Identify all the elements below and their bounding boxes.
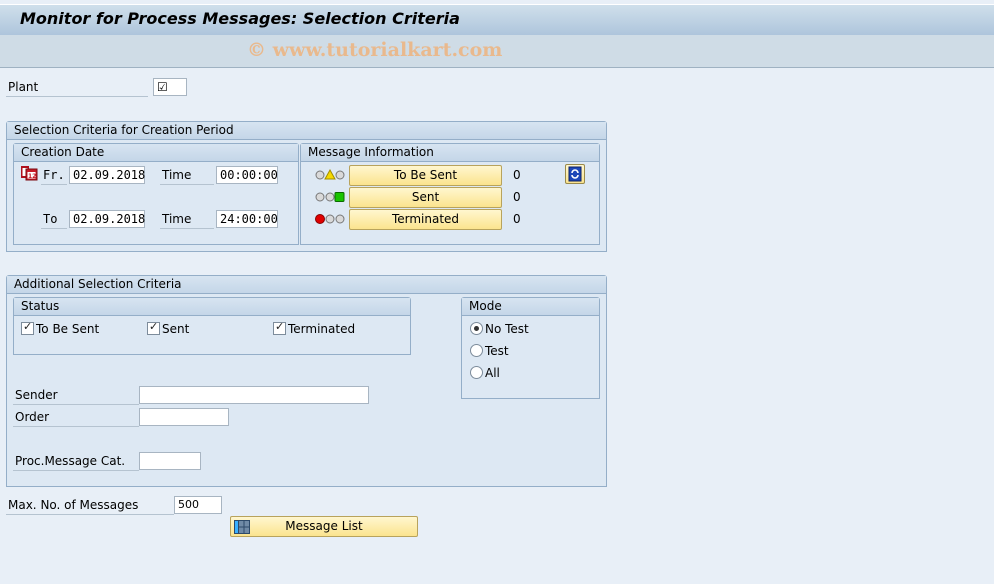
mode-all-label: All — [485, 366, 500, 380]
plant-label: Plant — [6, 78, 148, 97]
traffic-light-green-icon — [315, 192, 345, 202]
watermark: © www.tutorialkart.com — [247, 39, 503, 61]
order-label: Order — [13, 408, 139, 427]
sent-button[interactable]: Sent — [349, 187, 502, 208]
svg-text:12: 12 — [28, 173, 36, 180]
mode-test-radio[interactable]: Test — [470, 344, 509, 358]
checkbox-checked-icon — [21, 320, 34, 335]
to-label: To — [41, 210, 67, 229]
proc-message-cat-label: Proc.Message Cat. — [13, 452, 139, 471]
traffic-light-yellow-icon — [315, 169, 345, 180]
mode-no-test-label: No Test — [485, 322, 529, 336]
status-terminated-checkbox[interactable]: Terminated — [273, 320, 356, 336]
from-date-input[interactable]: 02.09.2018 — [69, 166, 145, 184]
checkbox-checked-icon — [147, 320, 160, 335]
to-time-input[interactable]: 24:00:00 — [216, 210, 278, 228]
mode-no-test-radio[interactable]: No Test — [470, 322, 529, 336]
creation-date-group: Creation Date — [13, 143, 299, 245]
message-info-title: Message Information — [301, 144, 599, 162]
status-sent-checkbox[interactable]: Sent — [147, 320, 190, 336]
radio-unselected-icon — [470, 344, 483, 357]
proc-message-cat-input[interactable] — [139, 452, 201, 470]
application-toolbar: © www.tutorialkart.com — [0, 35, 994, 68]
plant-checkbox-field[interactable]: ☑ — [153, 78, 187, 96]
terminated-count: 0 — [513, 212, 521, 226]
radio-unselected-icon — [470, 366, 483, 379]
checkbox-checked-icon — [273, 320, 286, 335]
max-messages-input[interactable]: 500 — [174, 496, 222, 514]
creation-date-title: Creation Date — [14, 144, 298, 162]
traffic-light-red-icon — [315, 214, 345, 224]
status-to-be-sent-label: To Be Sent — [36, 322, 100, 336]
message-list-label: Message List — [285, 519, 363, 533]
creation-period-title: Selection Criteria for Creation Period — [7, 122, 606, 140]
sender-label: Sender — [13, 386, 139, 405]
message-list-button[interactable]: Message List — [230, 516, 418, 537]
order-input[interactable] — [139, 408, 229, 426]
refresh-button[interactable] — [565, 164, 585, 184]
from-label: Fr. — [41, 166, 67, 185]
title-bar: Monitor for Process Messages: Selection … — [0, 4, 994, 36]
from-time-label: Time — [160, 166, 214, 185]
to-be-sent-count: 0 — [513, 168, 521, 182]
calendar-icon[interactable]: 12 — [21, 166, 38, 181]
sent-count: 0 — [513, 190, 521, 204]
additional-criteria-title: Additional Selection Criteria — [7, 276, 606, 294]
status-to-be-sent-checkbox[interactable]: To Be Sent — [21, 320, 100, 336]
terminated-button[interactable]: Terminated — [349, 209, 502, 230]
max-messages-label: Max. No. of Messages — [6, 496, 174, 515]
to-be-sent-button[interactable]: To Be Sent — [349, 165, 502, 186]
mode-title: Mode — [462, 298, 599, 316]
radio-selected-icon — [470, 322, 483, 335]
mode-all-radio[interactable]: All — [470, 366, 500, 380]
refresh-icon — [568, 166, 582, 182]
status-title: Status — [14, 298, 410, 316]
status-terminated-label: Terminated — [288, 322, 356, 336]
to-date-input[interactable]: 02.09.2018 — [69, 210, 145, 228]
list-icon — [234, 520, 250, 534]
sender-input[interactable] — [139, 386, 369, 404]
to-time-label: Time — [160, 210, 214, 229]
status-sent-label: Sent — [162, 322, 190, 336]
mode-test-label: Test — [485, 344, 509, 358]
from-time-input[interactable]: 00:00:00 — [216, 166, 278, 184]
checkbox-icon: ☑ — [157, 80, 168, 94]
page-title: Monitor for Process Messages: Selection … — [20, 9, 460, 28]
